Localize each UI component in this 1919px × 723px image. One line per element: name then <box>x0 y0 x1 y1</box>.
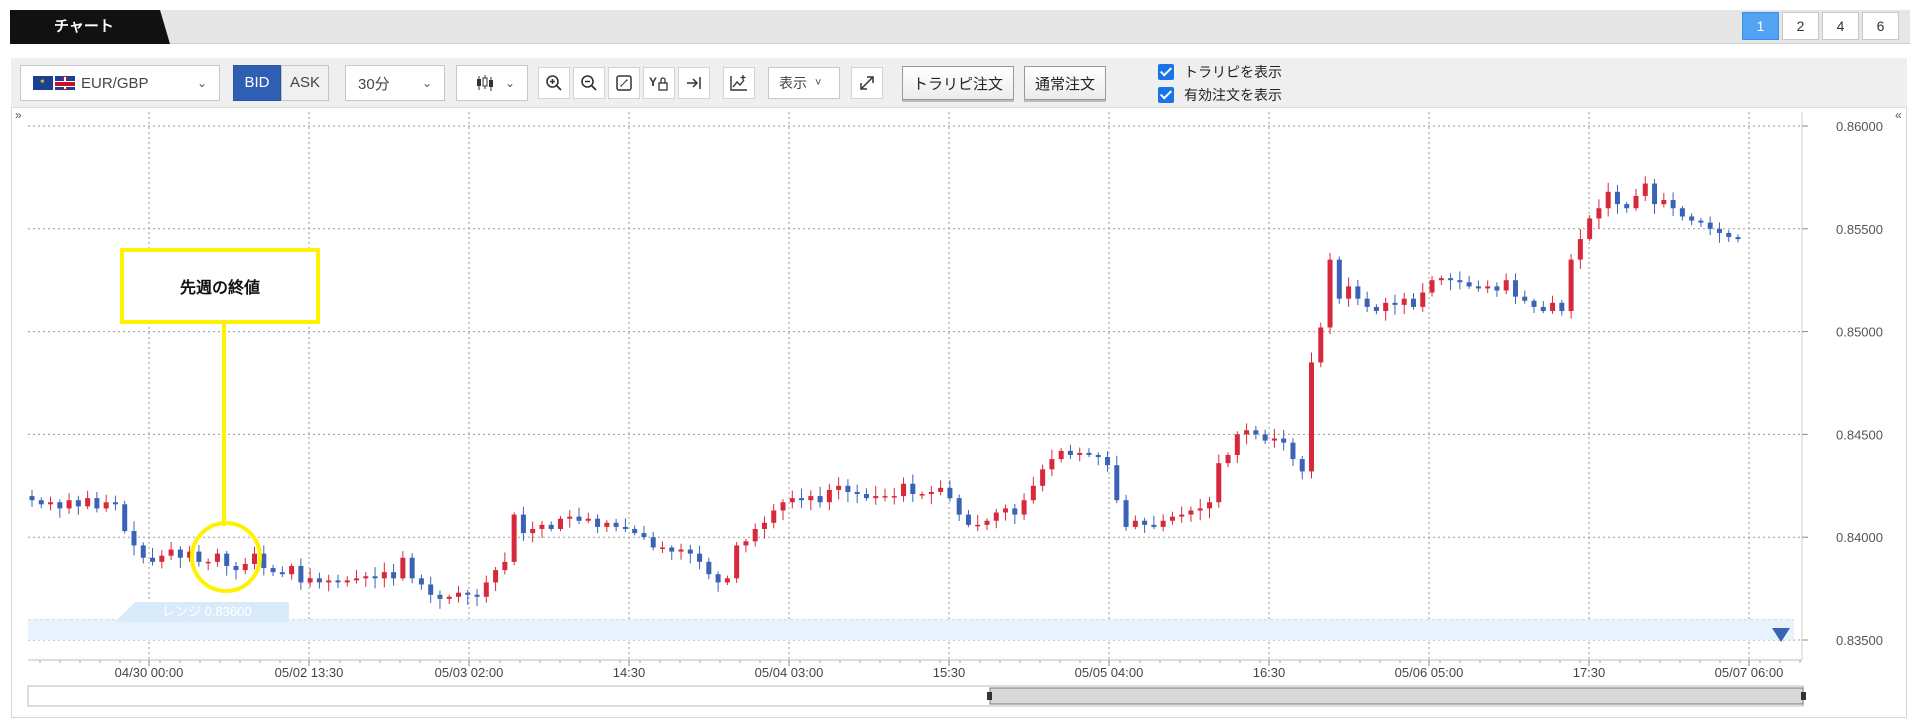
layout-buttons: 1 2 4 6 <box>1742 12 1899 40</box>
timeframe-label: 30分 <box>358 75 390 93</box>
ask-button[interactable]: ASK <box>281 65 329 101</box>
fit-screen-icon <box>616 75 632 91</box>
layout-button-6[interactable]: 6 <box>1862 12 1899 40</box>
annotation-pointer <box>222 324 226 526</box>
indicator-button[interactable] <box>723 67 755 99</box>
eu-flag-icon <box>33 76 53 90</box>
layout-button-2[interactable]: 2 <box>1782 12 1819 40</box>
arrow-to-end-icon <box>687 77 701 89</box>
collapse-right-icon[interactable]: « <box>1895 108 1902 122</box>
fullscreen-button[interactable] <box>851 67 883 99</box>
expand-icon <box>860 76 874 90</box>
layout-button-1[interactable]: 1 <box>1742 12 1779 40</box>
candlestick-icon <box>477 75 493 91</box>
chart-tab[interactable]: チャート <box>10 10 170 44</box>
expand-left-icon[interactable]: » <box>15 108 22 122</box>
zoom-in-icon <box>546 75 562 91</box>
show-trap-repeat-label: トラリピを表示 <box>1184 64 1282 80</box>
fit-screen-button[interactable] <box>608 67 640 99</box>
add-indicator-icon <box>730 75 747 91</box>
y-axis-lock-button[interactable]: Y <box>643 67 675 99</box>
pair-select[interactable]: EUR/GBP ⌄ <box>20 65 220 101</box>
checkbox-checked-icon <box>1158 64 1174 80</box>
chart-panel <box>11 58 1907 718</box>
uk-flag-icon <box>55 76 75 90</box>
chart-type-select[interactable]: ⌄ <box>456 65 528 101</box>
checkbox-checked-icon <box>1158 87 1174 103</box>
normal-order-button[interactable]: 通常注文 <box>1024 66 1106 100</box>
bid-button[interactable]: BID <box>233 65 281 101</box>
y-lock-icon: Y <box>649 75 668 91</box>
zoom-in-button[interactable] <box>538 67 570 99</box>
annotation-box: 先週の終値 <box>120 248 320 324</box>
display-label: 表示 <box>779 75 807 91</box>
layout-button-4[interactable]: 4 <box>1822 12 1859 40</box>
display-menu-button[interactable]: 表示 ˅ <box>768 67 840 99</box>
pair-label: EUR/GBP <box>81 74 149 92</box>
scroll-to-latest-button[interactable] <box>678 67 710 99</box>
zoom-out-icon <box>581 75 597 91</box>
trap-repeat-order-button[interactable]: トラリピ注文 <box>902 66 1014 100</box>
show-active-orders-checkbox[interactable]: 有効注文を表示 <box>1158 85 1282 105</box>
range-tag: レンジ 0.83600 <box>115 602 289 622</box>
chevron-down-icon: ⌄ <box>421 76 432 90</box>
show-trap-repeat-checkbox[interactable]: トラリピを表示 <box>1158 62 1282 82</box>
svg-text:Y: Y <box>649 75 657 89</box>
annotation-circle <box>190 521 262 593</box>
show-active-orders-label: 有効注文を表示 <box>1184 87 1282 103</box>
chevron-down-icon: ⌄ <box>504 76 515 90</box>
timeframe-select[interactable]: 30分 ⌄ <box>345 65 445 101</box>
chevron-down-icon: ⌄ <box>196 76 207 90</box>
double-chevron-down-icon: ˅ <box>815 77 822 89</box>
zoom-out-button[interactable] <box>573 67 605 99</box>
chart-header-bar <box>10 10 1910 44</box>
bid-ask-toggle: BID ASK <box>233 65 329 101</box>
